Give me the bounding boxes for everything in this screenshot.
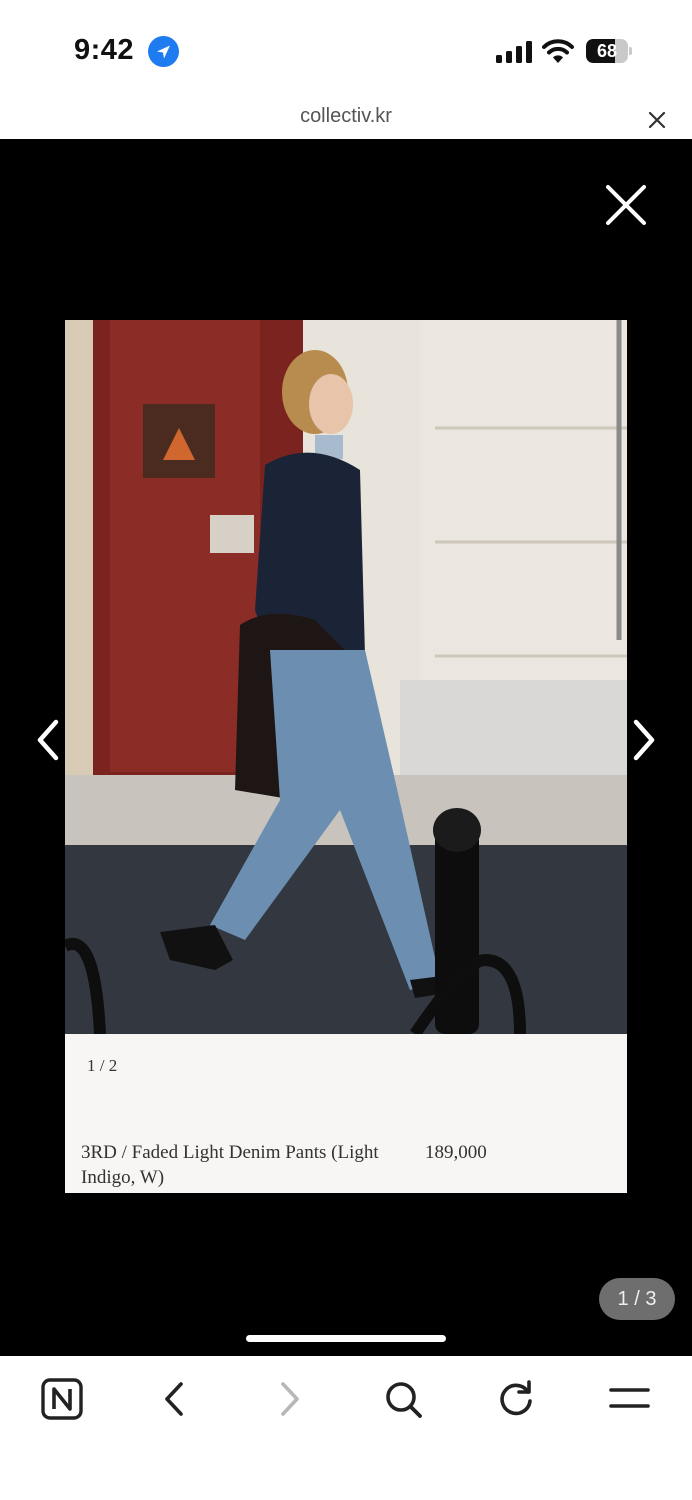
url-bar[interactable]: collectiv.kr — [0, 95, 692, 139]
close-icon[interactable] — [604, 183, 648, 227]
cellular-signal-icon — [496, 41, 532, 63]
home-indicator[interactable] — [246, 1335, 446, 1342]
close-icon[interactable] — [643, 106, 671, 134]
product-photo[interactable] — [65, 320, 627, 1034]
chevron-right-icon[interactable] — [624, 716, 664, 764]
status-time: 9:42 — [74, 34, 135, 66]
chevron-left-icon[interactable] — [28, 716, 68, 764]
status-bar: 9:42 68 — [0, 0, 692, 95]
browser-toolbar — [0, 1356, 692, 1500]
product-price: 189,000 — [425, 1142, 487, 1163]
battery-percent: 68 — [596, 41, 618, 61]
location-arrow-icon — [148, 36, 179, 67]
url-text[interactable]: collectiv.kr — [0, 105, 692, 128]
naver-n-icon[interactable] — [37, 1374, 87, 1424]
back-icon[interactable] — [150, 1374, 200, 1424]
forward-icon[interactable] — [264, 1374, 314, 1424]
image-index: 1 / 2 — [87, 1056, 118, 1075]
gallery-counter: 1 / 3 — [599, 1278, 675, 1320]
wifi-icon — [542, 38, 574, 64]
product-name: 3RD / Faded Light Denim Pants (Light Ind… — [81, 1142, 379, 1188]
refresh-icon[interactable] — [491, 1374, 541, 1424]
menu-icon[interactable] — [604, 1374, 654, 1424]
product-card[interactable]: 1 / 2 3RD / Faded Light Denim Pants (Lig… — [65, 320, 627, 1193]
battery-nub — [629, 47, 632, 55]
search-icon[interactable] — [378, 1374, 428, 1424]
battery-indicator: 68 — [586, 39, 632, 63]
